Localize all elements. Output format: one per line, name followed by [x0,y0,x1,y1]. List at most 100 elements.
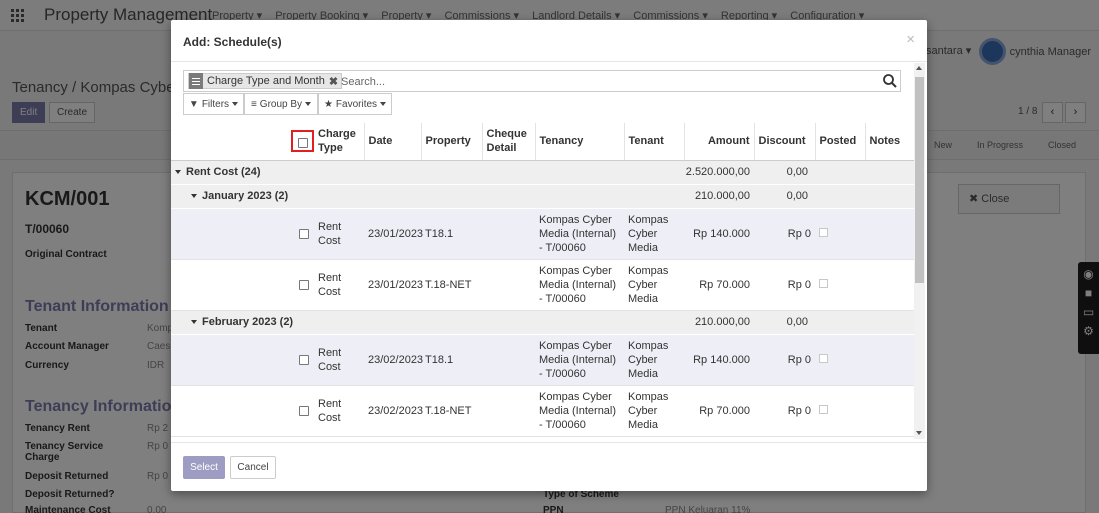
date-cell: 23/02/2023 [364,385,423,437]
property-cell: T18.1 [421,208,482,260]
tenancy-cell: Kompas Cyber Media (Internal) - T/00060 [535,259,624,311]
column-header-date[interactable]: Date [363,123,421,161]
posted-cell [815,208,865,260]
facet-label: Charge Type and Month [207,75,325,87]
row-select-cell [171,334,314,386]
table-row[interactable]: Rent Cost 23/01/2023 T.18-NET Kompas Cyb… [171,259,914,311]
group-amount: 210.000,00 [684,184,754,209]
cheque-detail-cell [482,385,535,437]
date-cell: 23/02/2023 [364,334,423,386]
add-schedules-dialog: Add: Schedule(s) × Charge Type and Month… [171,20,927,491]
caret-down-icon [191,320,197,325]
row-checkbox[interactable] [299,354,309,365]
row-checkbox[interactable] [299,405,309,416]
posted-cell [815,334,865,386]
modal-header: Add: Schedule(s) × [171,20,927,62]
tenancy-cell: Kompas Cyber Media (Internal) - T/00060 [535,208,624,260]
favorites-label: Favorites [335,98,378,110]
select-all-cell [171,123,314,161]
row-checkbox[interactable] [299,228,309,239]
column-header-amount[interactable]: Amount [683,123,754,161]
table-row[interactable]: Rent Cost 23/02/2023 T18.1 Kompas Cyber … [171,334,914,386]
column-header-property[interactable]: Property [420,123,482,161]
column-header-cheque-detail[interactable]: Cheque Detail [481,123,535,161]
tenancy-cell: Kompas Cyber Media (Internal) - T/00060 [535,385,624,437]
search-input[interactable] [341,74,861,89]
table-header-row: Charge Type Date Property Cheque Detail … [171,123,914,161]
group-amount: 210.000,00 [684,310,754,335]
scroll-down-arrow-icon[interactable] [916,431,922,435]
notes-cell [865,385,914,437]
tenant-cell: Kompas Cyber Media [624,208,684,260]
close-icon[interactable]: × [906,31,915,48]
group-discount: 0,00 [754,184,815,209]
tenant-cell: Kompas Cyber Media [624,334,684,386]
caret-down-icon [191,194,197,199]
column-header-posted[interactable]: Posted [814,123,865,161]
posted-cell [815,385,865,437]
filters-label: Filters [201,98,230,110]
caret-down-icon [232,102,239,106]
filter-icon: ▼ [188,98,199,110]
posted-checkbox [819,353,828,363]
property-cell: T.18-NET [421,385,482,437]
schedule-list: Charge Type Date Property Cheque Detail … [171,123,914,439]
table-row[interactable]: Rent Cost 23/01/2023 T18.1 Kompas Cyber … [171,208,914,260]
group-discount: 0,00 [754,310,815,335]
list-scrollbar[interactable] [914,63,925,439]
column-header-tenant[interactable]: Tenant [623,123,684,161]
column-header-tenancy[interactable]: Tenancy [534,123,624,161]
discount-cell: Rp 0 [754,385,815,437]
schedule-table: Charge Type Date Property Cheque Detail … [171,123,914,437]
modal-footer: Select Cancel [171,442,927,491]
search-facet: Charge Type and Month ✖ [188,73,343,89]
select-all-checkbox[interactable] [291,130,314,153]
scrollbar-thumb[interactable] [915,77,924,283]
search-icon[interactable] [882,73,898,89]
star-icon: ★ [323,98,333,110]
property-cell: T.18-NET [421,259,482,311]
tenant-cell: Kompas Cyber Media [624,259,684,311]
favorites-button[interactable]: ★ Favorites [318,93,392,115]
caret-down-icon [175,170,181,175]
scroll-up-arrow-icon[interactable] [916,66,922,70]
notes-cell [865,259,914,311]
group-row-february[interactable]: February 2023 (2) 210.000,00 0,00 [171,310,914,335]
group-label-cell: Rent Cost (24) [171,160,684,185]
select-button[interactable]: Select [183,456,225,479]
column-header-discount[interactable]: Discount [753,123,815,161]
notes-cell [865,334,914,386]
column-header-charge-type[interactable]: Charge Type [314,123,364,161]
group-label: January 2023 (2) [202,190,289,202]
group-by-button[interactable]: ≡ Group By [244,93,318,115]
group-label: Rent Cost (24) [186,166,261,178]
posted-checkbox [819,227,828,237]
discount-cell: Rp 0 [754,208,815,260]
row-checkbox[interactable] [299,279,309,290]
posted-checkbox [819,404,828,414]
group-label-cell: January 2023 (2) [171,184,684,209]
date-cell: 23/01/2023 [364,259,423,311]
row-select-cell [171,208,314,260]
cancel-button[interactable]: Cancel [230,456,276,479]
charge-type-cell: Rent Cost [314,259,364,311]
facet-remove-icon[interactable]: ✖ [329,75,338,88]
property-cell: T18.1 [421,334,482,386]
amount-cell: Rp 70.000 [684,259,754,311]
charge-type-cell: Rent Cost [314,208,364,260]
group-row-january[interactable]: January 2023 (2) 210.000,00 0,00 [171,184,914,209]
search-bar[interactable]: Charge Type and Month ✖ [183,70,901,92]
table-row[interactable]: Rent Cost 23/02/2023 T.18-NET Kompas Cyb… [171,385,914,437]
discount-cell: Rp 0 [754,259,815,311]
discount-cell: Rp 0 [754,334,815,386]
charge-type-cell: Rent Cost [314,334,364,386]
row-select-cell [171,259,314,311]
column-header-notes[interactable]: Notes [864,123,914,161]
filters-button[interactable]: ▼ Filters [183,93,244,115]
cheque-detail-cell [482,334,535,386]
group-label: February 2023 (2) [202,316,294,328]
group-row-rent-cost[interactable]: Rent Cost (24) 2.520.000,00 0,00 [171,160,914,185]
group-label-cell: February 2023 (2) [171,310,684,335]
list-icon: ≡ [250,98,257,110]
row-select-cell [171,385,314,437]
